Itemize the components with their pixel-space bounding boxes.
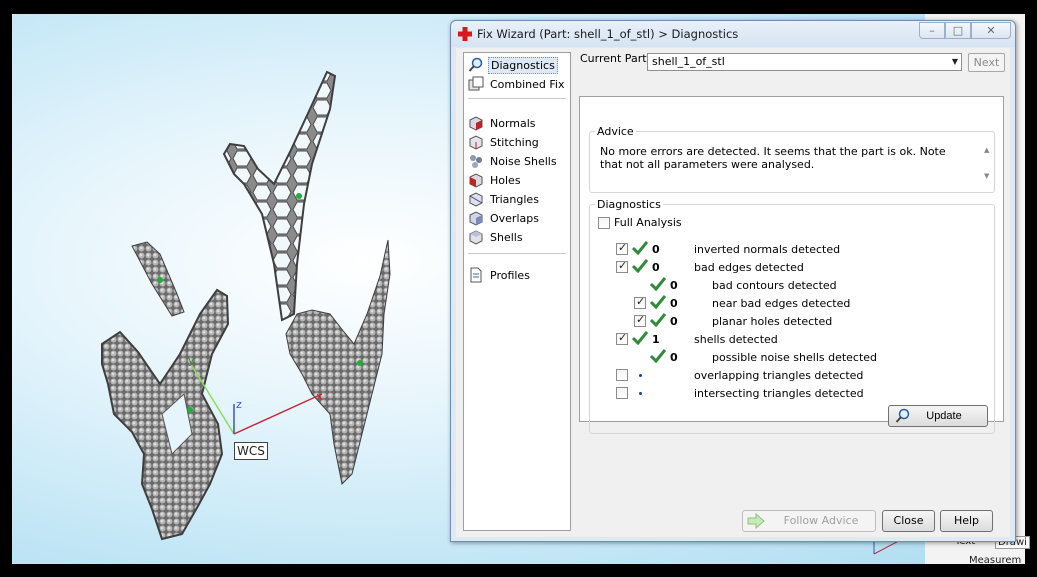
axis-x-label: x: [316, 390, 323, 403]
scroll-up-icon[interactable]: ▲: [984, 146, 989, 154]
diagnostic-count: 0: [670, 351, 678, 364]
diagnostic-count: 0: [670, 315, 678, 328]
update-label: Update: [926, 410, 962, 422]
dialog-titlebar[interactable]: Fix Wizard (Part: shell_1_of_stl) > Diag…: [451, 21, 1015, 47]
advice-title: Advice: [595, 125, 636, 138]
green-check-icon: [650, 349, 666, 364]
sidebar-item-label: Triangles: [490, 193, 539, 206]
diagnostic-label: near bad edges detected: [712, 297, 851, 310]
diagnostic-label: possible noise shells detected: [712, 351, 878, 364]
current-part-label: Current Part:: [580, 52, 651, 65]
follow-advice-label: Follow Advice: [783, 514, 859, 527]
full-analysis-checkbox[interactable]: [598, 217, 610, 229]
holes-cube-icon: [469, 173, 483, 188]
normals-cube-icon: [469, 116, 483, 131]
wizard-sidebar: Diagnostics Combined Fix Normals Stitchi…: [463, 52, 571, 531]
not-analysed-dot-icon: [639, 392, 642, 395]
red-cross-icon: [458, 27, 472, 41]
diagnostic-checkbox[interactable]: [616, 241, 628, 255]
diagnostic-label: shells detected: [694, 333, 778, 346]
help-button[interactable]: Help: [940, 510, 993, 532]
mesh-part: [285, 239, 391, 486]
diagnostic-label: bad edges detected: [694, 261, 804, 274]
diagnostics-title: Diagnostics: [595, 198, 663, 211]
sidebar-item-label: Overlaps: [490, 212, 539, 225]
axis-y-label: y: [188, 354, 195, 367]
diagnostic-count: 0: [652, 243, 660, 256]
overlaps-cube-icon: [469, 211, 483, 226]
diagnostic-checkbox[interactable]: [616, 331, 628, 345]
diagnostic-label: bad contours detected: [712, 279, 837, 292]
minimize-button[interactable]: –: [919, 22, 945, 39]
diagnostic-label: planar holes detected: [712, 315, 833, 328]
green-check-icon: [632, 241, 648, 256]
window-close-button[interactable]: ✕: [971, 22, 1011, 39]
dialog-client: Diagnostics Combined Fix Normals Stitchi…: [456, 48, 1010, 537]
diagnostic-label: intersecting triangles detected: [694, 387, 864, 400]
diagnostic-checkbox[interactable]: [634, 295, 646, 309]
green-check-icon: [632, 259, 648, 274]
diagnostic-label: inverted normals detected: [694, 243, 841, 256]
sidebar-item-label: Profiles: [490, 269, 530, 282]
sidebar-divider: [468, 98, 566, 99]
advice-text: No more errors are detected. It seems th…: [600, 145, 946, 171]
diagnostic-count: 1: [652, 333, 660, 346]
honeycomb-part: [222, 70, 337, 322]
diagnostic-count: 0: [670, 297, 678, 310]
next-button[interactable]: Next: [968, 53, 1005, 72]
axis-z-label: z: [236, 398, 242, 411]
diagnostic-checkbox[interactable]: [616, 387, 628, 399]
fix-wizard-dialog: Fix Wizard (Part: shell_1_of_stl) > Diag…: [450, 20, 1016, 542]
diagnostic-count: 0: [670, 279, 678, 292]
full-analysis-label: Full Analysis: [614, 216, 682, 229]
advice-scrollbar[interactable]: ▲ ▼: [983, 146, 993, 188]
green-check-icon: [632, 331, 648, 346]
not-analysed-dot-icon: [639, 374, 642, 377]
sidebar-item-label: Combined Fix: [490, 78, 565, 91]
sidebar-item-label: Noise Shells: [490, 155, 557, 168]
sidebar-item-label: Normals: [490, 117, 536, 130]
close-button[interactable]: Close: [882, 510, 935, 532]
sidebar-divider: [468, 253, 566, 254]
chevron-down-icon: ▼: [951, 57, 958, 66]
diagnostic-count: 0: [652, 261, 660, 274]
arrow-right-icon: [747, 513, 765, 529]
stitching-cube-icon: [469, 135, 483, 150]
magnifier-icon: [468, 57, 483, 72]
measurement-tab[interactable]: Measurem: [969, 555, 1021, 566]
sidebar-item-label: Stitching: [490, 136, 539, 149]
diagnostics-panel: Advice No more errors are detected. It s…: [579, 96, 1004, 434]
sidebar-item-label: Diagnostics: [488, 57, 558, 74]
diagnostic-checkbox[interactable]: [634, 313, 646, 327]
document-icon: [470, 267, 482, 283]
diagnostic-checkbox[interactable]: [616, 369, 628, 381]
diagnostic-checkbox[interactable]: [616, 259, 628, 273]
green-check-icon: [650, 277, 666, 292]
dialog-title: Fix Wizard (Part: shell_1_of_stl) > Diag…: [477, 27, 739, 41]
green-check-icon: [650, 295, 666, 310]
sidebar-item-label: Holes: [490, 174, 521, 187]
current-part-value: shell_1_of_stl: [652, 55, 725, 68]
follow-advice-button[interactable]: Follow Advice: [742, 510, 876, 532]
current-part-select[interactable]: shell_1_of_stl ▼: [647, 53, 962, 71]
shells-cube-icon: [469, 230, 483, 245]
scroll-down-icon[interactable]: ▼: [984, 172, 989, 180]
triangles-cube-icon: [469, 192, 483, 207]
green-check-icon: [650, 313, 666, 328]
sidebar-item-label: Shells: [490, 231, 523, 244]
advice-group: Advice No more errors are detected. It s…: [589, 125, 995, 193]
diagnostic-label: overlapping triangles detected: [694, 369, 864, 382]
diagnostics-group: Diagnostics Full Analysis 0 inverted norm…: [589, 198, 995, 434]
update-button[interactable]: Update: [888, 405, 988, 427]
noise-shells-icon: [470, 155, 482, 168]
combined-fix-icon: [468, 76, 484, 91]
wcs-label: WCS: [234, 442, 268, 460]
maximize-button[interactable]: □: [945, 22, 971, 39]
